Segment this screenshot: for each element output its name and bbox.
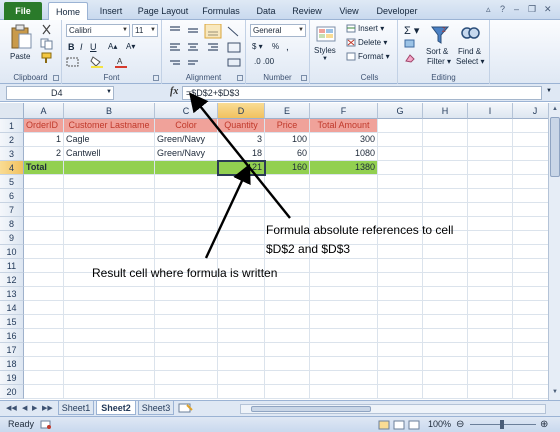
formula-annotation-line1: Formula absolute references to cell (266, 223, 454, 237)
result-annotation: Result cell where formula is written (92, 266, 278, 280)
annotation-arrows (188, 92, 291, 259)
formula-annotation: Formula absolute references to cell $D$2… (266, 221, 453, 259)
formula-annotation-line2: $D$2 and $D$3 (266, 242, 351, 256)
arrow-to-formula (188, 92, 291, 219)
arrow-to-result-cell (204, 163, 251, 259)
